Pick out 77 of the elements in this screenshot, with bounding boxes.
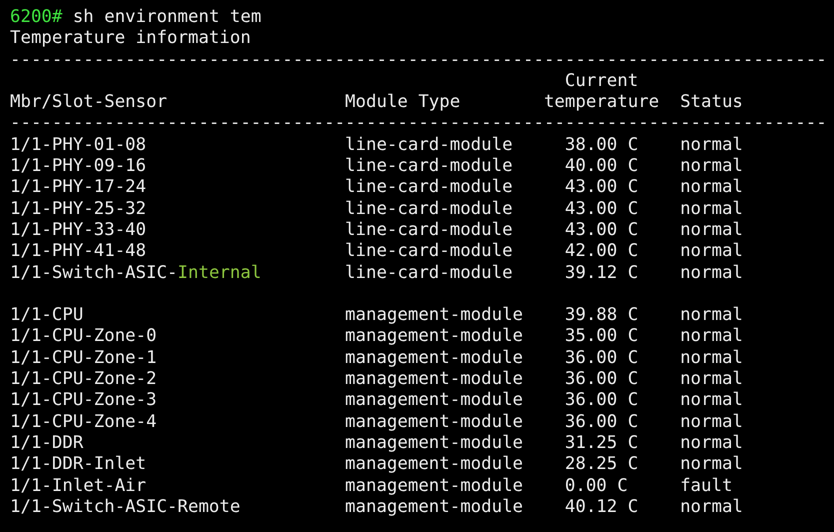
separator-line: ------------------------------------------------------------------------------ — [10, 50, 827, 71]
status-text: normal — [680, 305, 744, 326]
temperature-value: 36.00 C — [564, 412, 638, 433]
module-type: management-module — [345, 432, 524, 454]
status-text: normal — [680, 412, 744, 433]
module-type: line-card-module — [345, 241, 514, 263]
status-text: normal — [680, 432, 744, 454]
sensor-name: 1/1-DDR-Inlet — [10, 454, 148, 476]
sensor-name: 1/1-PHY-09-16 — [10, 156, 148, 178]
sensor-name: 1/1-CPU — [10, 305, 84, 326]
command-text: sh environment tem — [72, 7, 262, 28]
module-type: management-module — [345, 348, 524, 370]
sensor-name: 1/1-CPU-Zone-4 — [10, 412, 158, 433]
shell-prompt: 6200# — [10, 7, 62, 28]
sensor-name: 1/1-PHY-01-08 — [10, 134, 148, 156]
sensor-name: 1/1-Inlet-Air — [10, 476, 148, 497]
sensor-name: 1/1-PHY-41-48 — [10, 241, 148, 263]
temperature-value: 43.00 C — [564, 177, 638, 199]
sensor-name: 1/1-PHY-25-32 — [10, 198, 148, 220]
sensor-name: 1/1-Switch-ASIC-Remote — [10, 496, 242, 518]
temperature-value: 31.25 C — [564, 432, 638, 454]
sensor-name: 1/1-CPU-Zone-2 — [10, 369, 158, 390]
module-type: management-module — [345, 496, 524, 518]
status-text: normal — [680, 241, 744, 263]
status-text: normal — [680, 326, 744, 348]
module-type: management-module — [345, 369, 524, 390]
status-text: normal — [680, 177, 744, 199]
status-text: normal — [680, 156, 744, 178]
column-header: Status — [680, 92, 744, 114]
temperature-value: 42.00 C — [564, 241, 638, 263]
temperature-value: 39.88 C — [564, 305, 638, 326]
temperature-value: 39.12 C — [564, 262, 638, 284]
separator-line: ------------------------------------------------------------------------------ — [10, 113, 827, 135]
status-text: normal — [680, 454, 744, 476]
module-type: line-card-module — [345, 198, 514, 220]
module-type: line-card-module — [345, 134, 514, 156]
column-header: Current temperature — [544, 70, 660, 114]
module-type: line-card-module — [345, 156, 514, 178]
temperature-value: 43.00 C — [564, 220, 638, 242]
temperature-value: 28.25 C — [564, 454, 638, 476]
sensor-name: 1/1-Switch-ASIC-Internal — [10, 262, 262, 284]
status-text: normal — [680, 198, 744, 220]
status-text: normal — [680, 390, 744, 412]
module-type: management-module — [345, 412, 524, 433]
sensor-name: 1/1-PHY-33-40 — [10, 220, 148, 242]
status-text: normal — [680, 369, 744, 390]
module-type: management-module — [345, 305, 524, 326]
sensor-name: 1/1-DDR — [10, 432, 84, 454]
status-text: normal — [680, 262, 744, 284]
temperature-value: 36.00 C — [564, 390, 638, 412]
temperature-value: 38.00 C — [564, 134, 638, 156]
status-text: normal — [680, 134, 744, 156]
column-header: Mbr/Slot-Sensor — [10, 92, 168, 114]
temperature-value: 43.00 C — [564, 198, 638, 220]
temperature-value: 36.00 C — [564, 369, 638, 390]
sensor-name: 1/1-CPU-Zone-3 — [10, 390, 158, 412]
module-type: line-card-module — [345, 262, 514, 284]
status-text: fault — [680, 476, 734, 497]
status-text: normal — [680, 348, 744, 370]
status-text: normal — [680, 496, 744, 518]
sensor-name: 1/1-CPU-Zone-1 — [10, 348, 158, 370]
sensor-name: 1/1-PHY-17-24 — [10, 177, 148, 199]
module-type: management-module — [345, 476, 524, 497]
temperature-value: 40.12 C — [564, 496, 638, 518]
temperature-value: 36.00 C — [564, 348, 638, 370]
module-type: management-module — [345, 454, 524, 476]
temperature-value: 35.00 C — [564, 326, 638, 348]
column-header: Module Type — [345, 92, 462, 114]
temperature-value: 0.00 C — [564, 476, 628, 497]
output-title: Temperature information — [10, 28, 251, 50]
module-type: management-module — [345, 326, 524, 348]
sensor-name: 1/1-CPU-Zone-0 — [10, 326, 158, 348]
status-text: normal — [680, 220, 744, 242]
module-type: line-card-module — [345, 177, 514, 199]
module-type: management-module — [345, 390, 524, 412]
temperature-value: 40.00 C — [564, 156, 638, 178]
module-type: line-card-module — [345, 220, 514, 242]
